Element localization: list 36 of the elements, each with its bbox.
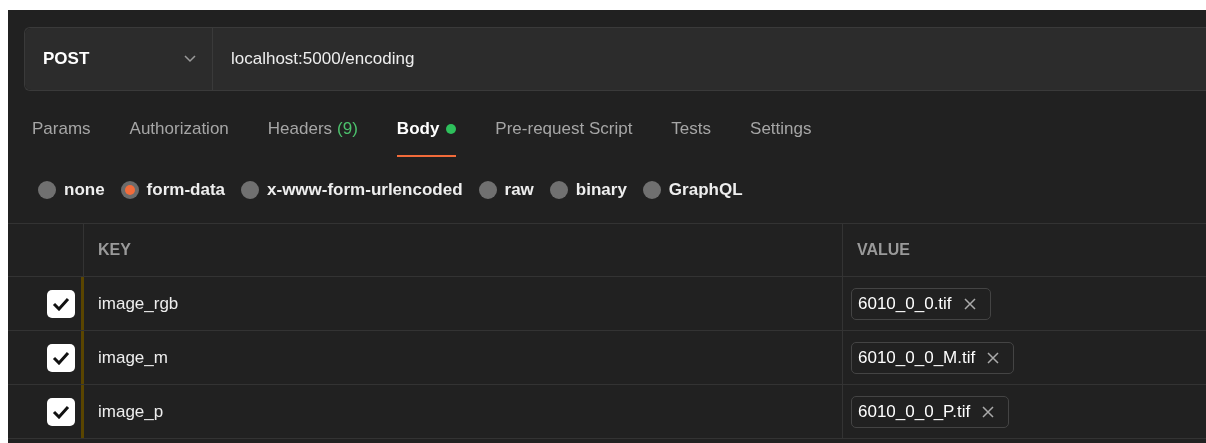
close-icon[interactable] — [987, 351, 1000, 364]
radio-button[interactable] — [549, 181, 568, 199]
radio-label: x-www-form-urlencoded — [267, 179, 463, 202]
tab[interactable]: Params — [32, 113, 91, 157]
radio-button[interactable] — [241, 181, 259, 199]
key-cell-text: image_p — [98, 400, 164, 423]
file-name: 6010_0_0.tif — [858, 292, 952, 315]
check-icon — [52, 296, 70, 311]
radio-label: raw — [504, 179, 534, 202]
radio-button[interactable] — [120, 181, 139, 199]
check-icon — [52, 404, 70, 419]
close-icon[interactable] — [982, 405, 995, 418]
column-header: KEY — [98, 240, 131, 260]
radio-label: GraphQL — [668, 179, 743, 202]
tab[interactable]: Authorization — [129, 113, 229, 157]
radio-button[interactable] — [478, 181, 497, 199]
radio-label: binary — [575, 179, 627, 202]
check-icon — [52, 350, 70, 365]
file-name: 6010_0_0_P.tif — [858, 400, 971, 423]
key-cell-text: image_rgb — [98, 292, 179, 315]
tab[interactable]: Settings — [750, 113, 812, 157]
tab[interactable]: Tests — [671, 113, 712, 157]
radio-button[interactable] — [38, 181, 56, 199]
radio-button[interactable] — [642, 181, 661, 199]
close-icon[interactable] — [963, 297, 976, 310]
key-cell-text: image_m — [98, 346, 168, 369]
checkbox[interactable] — [47, 289, 75, 318]
radio-label: form-data — [146, 179, 225, 202]
tab[interactable]: Headers (9) — [267, 113, 358, 157]
column-header: VALUE — [857, 240, 911, 260]
file-name: 6010_0_0_M.tif — [858, 346, 976, 369]
tab[interactable]: Body — [396, 113, 457, 157]
checkbox[interactable] — [47, 343, 75, 372]
checkbox[interactable] — [47, 397, 75, 426]
radio-label: none — [64, 179, 105, 202]
tab[interactable]: Pre-request Script — [495, 113, 633, 157]
